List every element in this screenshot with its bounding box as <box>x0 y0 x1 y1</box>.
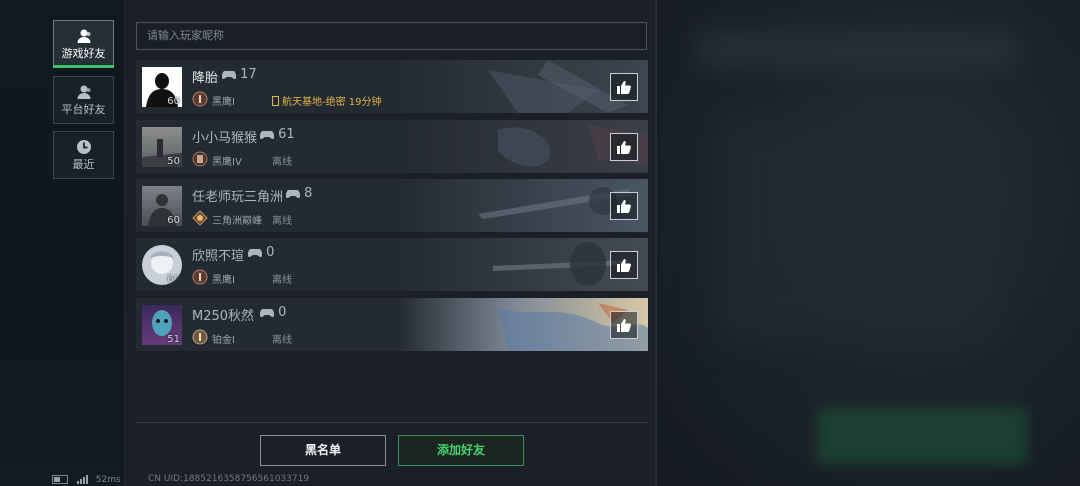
signal-icon <box>76 474 89 484</box>
game-count: 8 <box>286 186 312 201</box>
status-text: 离线 <box>272 275 292 286</box>
game-count: 61 <box>260 127 295 142</box>
add-friend-button[interactable]: 添加好友 <box>398 435 524 466</box>
game-count: 0 <box>260 305 286 320</box>
blurred-button <box>817 408 1027 464</box>
game-count: 17 <box>222 67 257 82</box>
like-button[interactable] <box>610 192 638 220</box>
status-marker-icon <box>272 96 279 106</box>
blurred-shape <box>717 120 997 340</box>
status-text: 离线 <box>272 157 292 168</box>
user-icon <box>77 29 90 43</box>
rank-text: 黑鹰IV <box>212 157 242 168</box>
game-count-value: 0 <box>278 305 287 320</box>
gamepad-icon <box>260 130 274 139</box>
search-placeholder: 请输入玩家昵称 <box>147 29 224 42</box>
gamepad-icon <box>222 70 236 79</box>
friend-name: M250秋然 <box>192 309 255 324</box>
friend-row[interactable]: 51 M250秋然 0 铂金I 离线 <box>136 298 648 351</box>
tab-game-friends[interactable]: 游戏好友 <box>53 20 114 68</box>
game-count-value: 61 <box>278 127 295 142</box>
friend-row[interactable]: 60 任老师玩三角洲 8 三角洲巅峰 离线 <box>136 179 648 232</box>
thumbs-up-icon <box>617 141 631 154</box>
friend-name: 任老师玩三角洲 <box>192 190 284 205</box>
level-text: 60 <box>167 215 180 226</box>
search-input[interactable]: 请输入玩家昵称 <box>136 22 647 50</box>
tab-recent[interactable]: 最近 <box>53 131 114 179</box>
tab-label: 最近 <box>72 158 95 171</box>
status-text: 离线 <box>272 216 292 227</box>
thumbs-up-icon <box>617 319 631 332</box>
friend-row[interactable]: 50 小小马猴猴 61 黑鹰IV 离线 <box>136 120 648 173</box>
left-rail: 游戏好友 平台好友 最近 52ms <box>0 0 125 486</box>
level-text: 51 <box>167 334 180 345</box>
game-count: 0 <box>248 245 274 260</box>
ping-text: 52ms <box>95 474 121 485</box>
like-button[interactable] <box>610 311 638 339</box>
status-text: 航天基地-绝密 19分钟 <box>272 93 382 108</box>
avatar: 60 <box>142 186 182 226</box>
clock-icon <box>76 140 91 154</box>
game-count-value: 17 <box>240 67 257 82</box>
uid-text: CN UID:1885216358756561033719 <box>148 474 310 484</box>
rank-text: 黑鹰I <box>212 97 235 108</box>
game-count-value: 0 <box>266 245 275 260</box>
rank-badge-icon <box>192 329 208 345</box>
status-text: 离线 <box>272 335 292 346</box>
rank-badge-icon <box>192 91 208 107</box>
blurred-shape <box>697 30 1017 70</box>
footer-divider <box>136 422 648 423</box>
blurred-background <box>657 0 1080 486</box>
friend-name: 小小马猴猴 <box>192 131 258 146</box>
rank-badge-icon <box>192 151 208 167</box>
rank-badge-icon <box>192 210 208 226</box>
avatar: 50 <box>142 127 182 167</box>
gamepad-icon <box>260 308 274 317</box>
rank-text: 铂金I <box>212 335 235 346</box>
gamepad-icon <box>286 189 300 198</box>
friend-row[interactable]: 60 降胎 17 黑鹰I 航天基地-绝密 19分钟 <box>136 60 648 113</box>
rank-text: 黑鹰I <box>212 275 235 286</box>
friend-name: 降胎 <box>192 71 219 86</box>
friends-panel: 请输入玩家昵称 60 降胎 17 黑鹰I 航天基地-绝密 19分钟 50 小小马… <box>125 0 657 486</box>
blacklist-button[interactable]: 黑名单 <box>260 435 386 466</box>
friend-row[interactable]: 60 欣照不瑄 0 黑鹰I 离线 <box>136 238 648 291</box>
rank-text: 三角洲巅峰 <box>212 216 262 227</box>
level-text: 60 <box>167 96 180 107</box>
level-text: 60 <box>167 274 180 285</box>
game-count-value: 8 <box>304 186 313 201</box>
rank-badge-icon <box>192 269 208 285</box>
status-value: 航天基地-绝密 19分钟 <box>282 97 382 108</box>
like-button[interactable] <box>610 251 638 279</box>
like-button[interactable] <box>610 73 638 101</box>
like-button[interactable] <box>610 133 638 161</box>
thumbs-up-icon <box>617 259 631 272</box>
status-bar: 52ms <box>52 474 121 485</box>
tab-platform-friends[interactable]: 平台好友 <box>53 76 114 124</box>
avatar: 51 <box>142 305 182 345</box>
friend-name: 欣照不瑄 <box>192 249 245 264</box>
avatar: 60 <box>142 67 182 107</box>
tab-label: 游戏好友 <box>61 47 106 60</box>
avatar: 60 <box>142 245 182 285</box>
thumbs-up-icon <box>617 81 631 94</box>
battery-icon <box>52 474 68 484</box>
gamepad-icon <box>248 248 262 257</box>
level-text: 50 <box>167 156 180 167</box>
user-icon <box>77 85 90 99</box>
thumbs-up-icon <box>617 200 631 213</box>
tab-label: 平台好友 <box>61 103 106 116</box>
